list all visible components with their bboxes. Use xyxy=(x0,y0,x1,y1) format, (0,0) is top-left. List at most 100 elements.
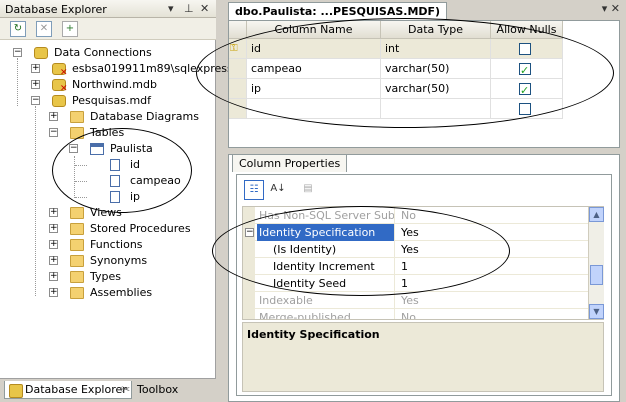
property-value[interactable]: No xyxy=(397,207,587,224)
categorized-icon[interactable]: ☷ xyxy=(244,180,264,200)
property-row[interactable]: Identity Seed 1 xyxy=(243,275,589,292)
column-header-name[interactable]: Column Name xyxy=(247,21,381,39)
property-name: Indexable xyxy=(257,292,395,309)
close-icon[interactable]: ✕ xyxy=(200,2,209,15)
stop-icon[interactable]: ✕ xyxy=(36,21,52,37)
property-value[interactable]: No xyxy=(397,309,587,319)
row-selector[interactable] xyxy=(229,79,247,99)
scroll-up-icon[interactable]: ▲ xyxy=(589,207,604,222)
tab-label: Toolbox xyxy=(137,383,179,396)
folder-icon xyxy=(70,287,84,299)
expand-icon[interactable]: + xyxy=(49,208,58,217)
cell-data-type[interactable]: varchar(50) xyxy=(381,59,491,79)
refresh-icon[interactable]: ↻ xyxy=(10,21,26,37)
tree-item-label: Assemblies xyxy=(90,286,153,299)
document-tab[interactable]: dbo.Paulista: ...PESQUISAS.MDF) xyxy=(228,2,448,20)
expand-icon[interactable]: + xyxy=(49,240,58,249)
expand-icon[interactable]: + xyxy=(49,288,58,297)
document-controls[interactable]: ▾ ✕ xyxy=(602,2,620,15)
panel-title: Database Explorer xyxy=(5,3,107,16)
property-pages-icon[interactable]: ▤ xyxy=(298,180,318,200)
property-value[interactable]: 1 xyxy=(397,275,587,292)
cell-column-name[interactable] xyxy=(247,99,381,119)
tree-item-label: Paulista xyxy=(110,142,153,155)
cell-allow-nulls[interactable] xyxy=(491,59,563,79)
column-header-data-type[interactable]: Data Type xyxy=(381,21,491,39)
expand-icon[interactable]: + xyxy=(49,272,58,281)
tree-item-label: esbsa019911m89\sqlexpress. xyxy=(72,62,237,75)
property-row[interactable]: Identity Increment 1 xyxy=(243,258,589,275)
property-value[interactable]: Yes xyxy=(397,224,587,241)
collapse-icon[interactable]: − xyxy=(245,228,254,237)
cell-data-type[interactable]: int xyxy=(381,39,491,59)
property-name: Has Non-SQL Server Subscri xyxy=(259,207,395,224)
tree-item-label: id xyxy=(130,158,141,171)
window-position-icon[interactable]: ▾ xyxy=(168,2,174,15)
property-value[interactable]: 1 xyxy=(397,258,587,275)
property-name: Identity Seed xyxy=(257,275,395,292)
allow-nulls-checkbox[interactable] xyxy=(519,43,531,55)
property-grid: Has Non-SQL Server Subscri No − Identity… xyxy=(242,206,604,320)
folder-icon xyxy=(70,207,84,219)
collapse-icon[interactable]: − xyxy=(49,128,58,137)
alphabetical-sort-icon[interactable]: A↓ xyxy=(268,180,288,200)
property-name: Identity Increment xyxy=(257,258,395,275)
collapse-icon[interactable]: − xyxy=(69,144,78,153)
expand-icon[interactable]: + xyxy=(31,64,40,73)
allow-nulls-checkbox[interactable] xyxy=(519,61,531,78)
scroll-down-icon[interactable]: ▼ xyxy=(589,304,604,319)
database-icon xyxy=(52,95,66,107)
expand-icon[interactable]: + xyxy=(49,112,58,121)
cell-column-name[interactable]: campeao xyxy=(247,59,381,79)
tree-item-label: Tables xyxy=(90,126,125,139)
property-row[interactable]: Merge-published No xyxy=(243,309,589,319)
cell-allow-nulls[interactable] xyxy=(491,99,563,119)
left-panel-tabs: Database Explorer ✂ Toolbox xyxy=(0,378,216,402)
property-value[interactable]: Yes xyxy=(397,241,587,258)
row-selector[interactable]: ⚿ xyxy=(229,39,247,59)
row-selector[interactable] xyxy=(229,99,247,119)
toolbox-icon: ✂ xyxy=(121,383,131,396)
tree-item-label: Types xyxy=(90,270,121,283)
column-icon xyxy=(110,159,120,171)
tab-database-explorer[interactable]: Database Explorer xyxy=(4,381,132,399)
collapse-icon[interactable]: − xyxy=(31,96,40,105)
row-selector-header xyxy=(229,21,247,39)
property-row-identity-specification[interactable]: − Identity Specification Yes xyxy=(243,224,589,241)
description-title: Identity Specification xyxy=(247,328,380,341)
tree-item-label: Functions xyxy=(90,238,143,251)
tree-line xyxy=(75,197,87,198)
property-grid-scrollbar[interactable]: ▲ ▼ xyxy=(588,207,604,319)
tree-item-label: Database Diagrams xyxy=(90,110,199,123)
scroll-thumb[interactable] xyxy=(590,265,603,285)
tree-line xyxy=(17,58,18,106)
tree-item-label: campeao xyxy=(130,174,181,187)
expand-icon[interactable]: + xyxy=(49,224,58,233)
cell-data-type[interactable]: varchar(50) xyxy=(381,79,491,99)
property-row[interactable]: (Is Identity) Yes xyxy=(243,241,589,258)
expand-icon[interactable]: + xyxy=(49,256,58,265)
row-gutter: − xyxy=(243,224,255,241)
cell-column-name[interactable]: ip xyxy=(247,79,381,99)
property-row[interactable]: Indexable Yes xyxy=(243,292,589,309)
add-connection-icon[interactable]: + xyxy=(62,21,78,37)
tree-item-label: Stored Procedures xyxy=(90,222,191,235)
cell-allow-nulls[interactable] xyxy=(491,39,563,59)
collapse-icon[interactable]: − xyxy=(13,48,22,57)
property-row[interactable]: Has Non-SQL Server Subscri No xyxy=(243,207,589,224)
tab-toolbox[interactable]: ✂ Toolbox xyxy=(117,381,182,399)
column-header-allow-nulls[interactable]: Allow Nulls xyxy=(491,21,563,39)
allow-nulls-checkbox[interactable] xyxy=(519,103,531,115)
table-designer-grid: Column Name Data Type Allow Nulls ⚿ id i… xyxy=(228,20,620,148)
cell-data-type[interactable] xyxy=(381,99,491,119)
allow-nulls-checkbox[interactable] xyxy=(519,81,531,98)
auto-hide-pin-icon[interactable]: ⊥ xyxy=(184,2,194,15)
property-name: Identity Specification xyxy=(257,224,395,241)
tab-column-properties[interactable]: Column Properties xyxy=(232,154,348,172)
expand-icon[interactable]: + xyxy=(31,80,40,89)
cell-column-name[interactable]: id xyxy=(247,39,381,59)
cell-allow-nulls[interactable] xyxy=(491,79,563,99)
row-gutter xyxy=(243,207,255,224)
property-value[interactable]: Yes xyxy=(397,292,587,309)
row-selector[interactable] xyxy=(229,59,247,79)
